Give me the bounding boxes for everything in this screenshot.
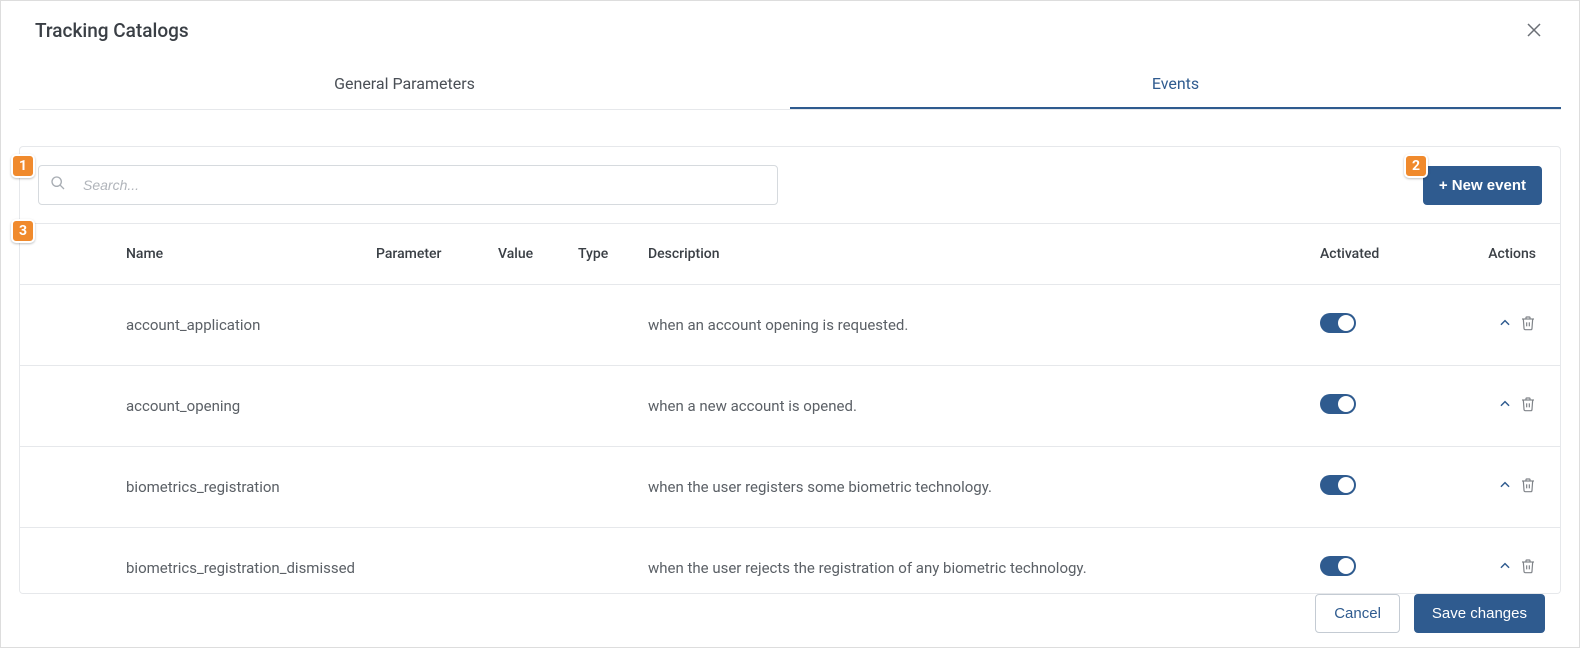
activated-toggle[interactable]	[1320, 313, 1356, 333]
table-row: biometrics_registration_dismissed when t…	[20, 528, 1560, 594]
table-row: account_opening when a new account is op…	[20, 366, 1560, 447]
delete-icon[interactable]	[1520, 396, 1536, 416]
column-header-description: Description	[648, 246, 1320, 262]
column-header-actions: Actions	[1450, 246, 1560, 262]
cell-description: when the user rejects the registration o…	[648, 559, 1320, 577]
activated-toggle[interactable]	[1320, 556, 1356, 576]
cell-name: biometrics_registration_dismissed	[20, 559, 376, 577]
page-title: Tracking Catalogs	[35, 19, 189, 42]
collapse-icon[interactable]	[1498, 559, 1512, 577]
new-event-button[interactable]: + New event	[1423, 166, 1542, 205]
table-row: biometrics_registration when the user re…	[20, 447, 1560, 528]
column-header-type: Type	[578, 246, 648, 262]
tabs: General Parameters Events	[19, 60, 1561, 110]
table-row: account_application when an account open…	[20, 285, 1560, 366]
activated-toggle[interactable]	[1320, 475, 1356, 495]
collapse-icon[interactable]	[1498, 397, 1512, 415]
cell-name: account_application	[20, 316, 376, 334]
cell-name: account_opening	[20, 397, 376, 415]
collapse-icon[interactable]	[1498, 316, 1512, 334]
callout-badge-1: 1	[11, 154, 35, 178]
cell-description: when an account opening is requested.	[648, 316, 1320, 334]
search-input[interactable]	[38, 165, 778, 205]
delete-icon[interactable]	[1520, 558, 1536, 578]
callout-badge-2: 2	[1404, 154, 1428, 178]
callout-badge-3: 3	[11, 219, 35, 243]
cell-name: biometrics_registration	[20, 478, 376, 496]
close-icon[interactable]	[1523, 19, 1545, 46]
table-header: Name Parameter Value Type Description Ac…	[20, 224, 1560, 285]
cell-description: when a new account is opened.	[648, 397, 1320, 415]
cancel-button[interactable]: Cancel	[1315, 594, 1400, 633]
cell-description: when the user registers some biometric t…	[648, 478, 1320, 496]
tab-events[interactable]: Events	[790, 60, 1561, 109]
column-header-parameter: Parameter	[376, 246, 498, 262]
column-header-value: Value	[498, 246, 578, 262]
collapse-icon[interactable]	[1498, 478, 1512, 496]
search-icon	[50, 175, 66, 195]
delete-icon[interactable]	[1520, 315, 1536, 335]
delete-icon[interactable]	[1520, 477, 1536, 497]
tab-general-parameters[interactable]: General Parameters	[19, 60, 790, 109]
events-table[interactable]: Name Parameter Value Type Description Ac…	[19, 224, 1561, 594]
save-changes-button[interactable]: Save changes	[1414, 594, 1545, 633]
column-header-activated: Activated	[1320, 246, 1450, 262]
activated-toggle[interactable]	[1320, 394, 1356, 414]
toolbar: + New event	[19, 146, 1561, 224]
column-header-name: Name	[20, 246, 376, 262]
